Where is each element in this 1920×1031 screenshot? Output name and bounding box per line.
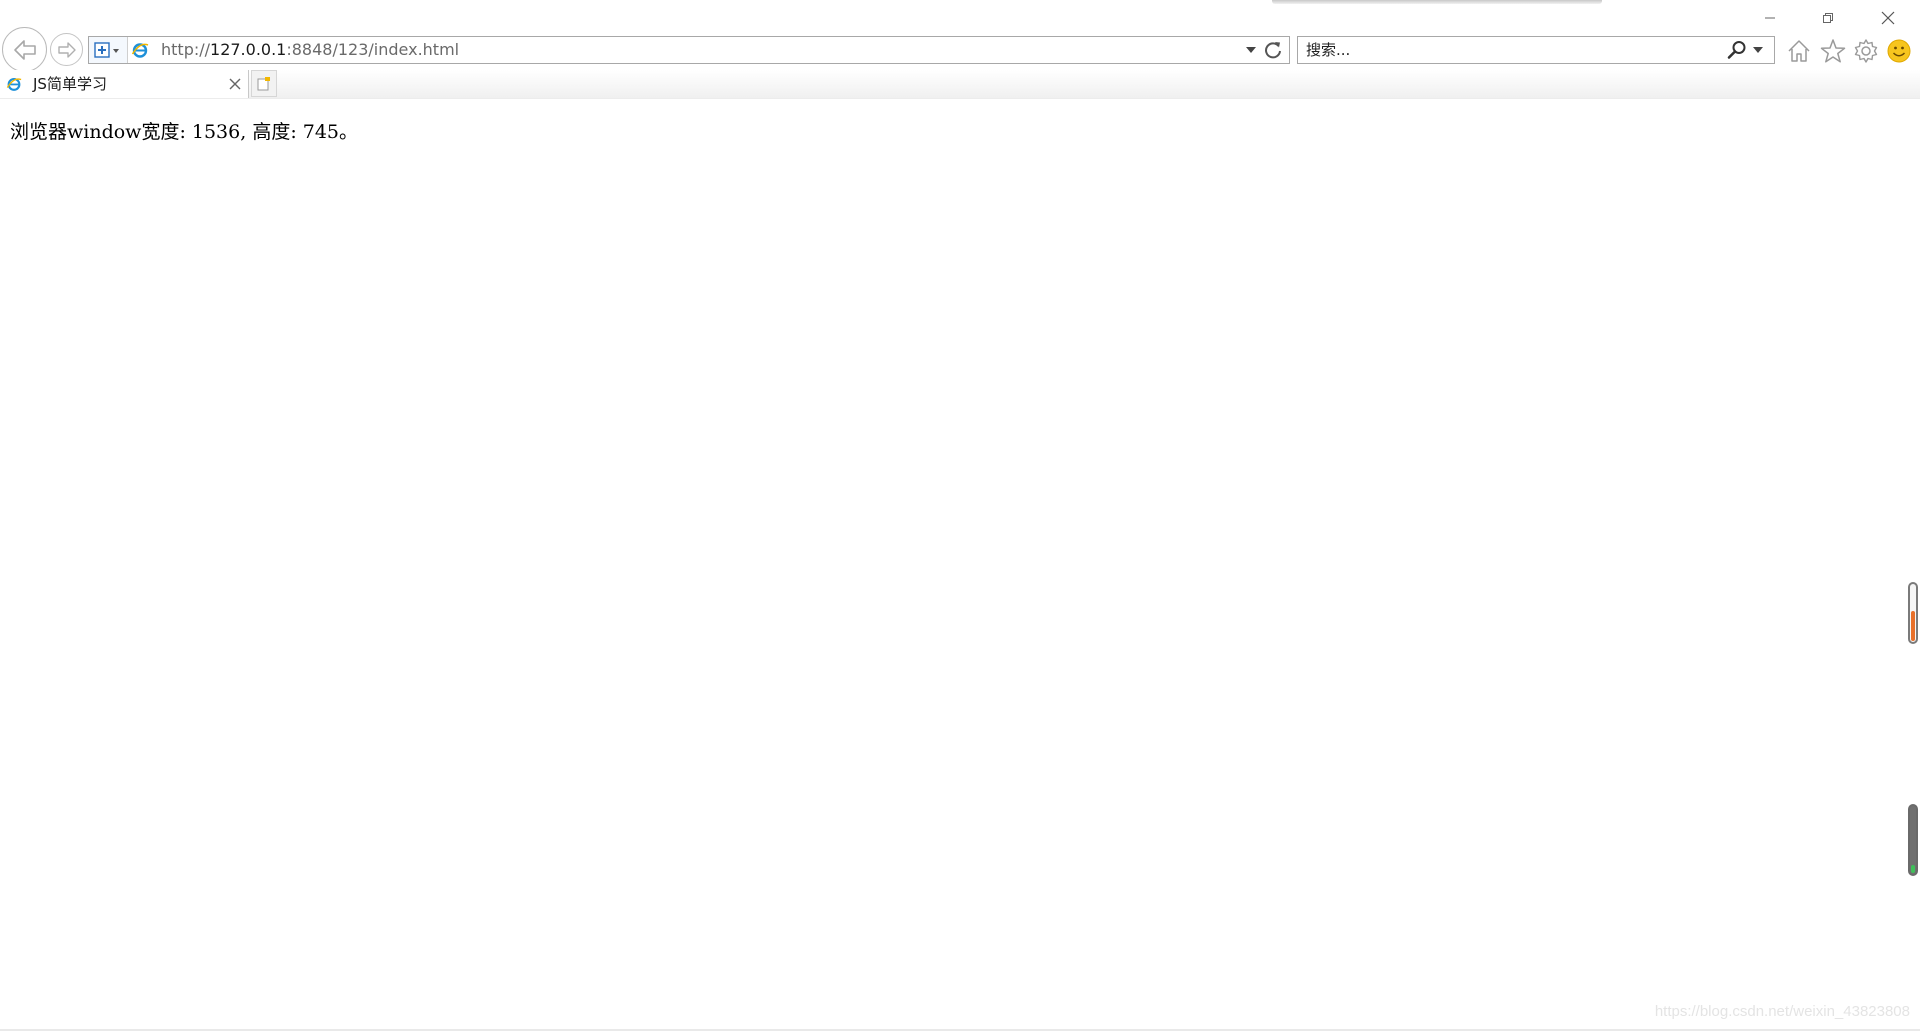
url-prefix: http:// — [161, 40, 211, 59]
close-icon — [1881, 11, 1895, 25]
back-button[interactable] — [2, 27, 47, 72]
forward-arrow-icon — [57, 41, 76, 58]
url-text[interactable]: http://127.0.0.1:8848/123/index.html — [161, 37, 459, 63]
new-tab-button[interactable] — [251, 70, 277, 97]
minimize-button[interactable] — [1748, 6, 1792, 30]
window-size-text: 浏览器window宽度: 1536, 高度: 745。 — [10, 121, 359, 143]
ie-page-icon — [131, 43, 149, 58]
search-bar[interactable] — [1297, 36, 1775, 64]
compatibility-view-button[interactable] — [89, 37, 128, 63]
browser-window: http://127.0.0.1:8848/123/index.html 搜索.… — [0, 0, 1920, 1031]
minimize-icon — [1765, 17, 1775, 19]
tools-button[interactable] — [1851, 36, 1881, 66]
close-window-button[interactable] — [1866, 6, 1910, 30]
gauge-fill — [1911, 865, 1915, 873]
ie-page-icon — [6, 78, 22, 91]
memory-gauge-widget[interactable] — [1908, 804, 1918, 876]
restore-button[interactable] — [1806, 6, 1850, 30]
chevron-down-icon[interactable] — [1752, 45, 1764, 55]
home-icon — [1788, 40, 1810, 62]
gauge-fill — [1911, 611, 1915, 641]
restore-icon — [1823, 13, 1833, 23]
cpu-gauge-widget[interactable] — [1908, 582, 1918, 644]
smiley-icon — [1887, 39, 1911, 63]
compatibility-view-icon — [94, 42, 119, 58]
gear-icon — [1854, 39, 1878, 63]
star-icon — [1820, 39, 1846, 63]
chevron-down-icon[interactable] — [1245, 45, 1257, 55]
home-button[interactable] — [1784, 36, 1814, 66]
feedback-button[interactable] — [1884, 36, 1914, 66]
search-input[interactable] — [1306, 37, 1706, 63]
watermark: https://blog.csdn.net/weixin_43823808 — [1654, 1003, 1910, 1020]
refresh-icon[interactable] — [1263, 40, 1283, 60]
forward-button[interactable] — [50, 33, 83, 66]
back-arrow-icon — [13, 39, 36, 60]
url-host: 127.0.0.1 — [210, 40, 287, 59]
tab-bar: JS简单学习 — [0, 70, 1920, 99]
close-icon[interactable] — [228, 77, 242, 91]
address-bar[interactable]: http://127.0.0.1:8848/123/index.html — [88, 36, 1290, 64]
new-tab-icon — [257, 76, 270, 90]
tab-label: JS简单学习 — [33, 75, 107, 93]
search-icon[interactable] — [1726, 40, 1748, 60]
tab-js-study[interactable]: JS简单学习 — [0, 70, 249, 98]
popup-shadow — [1272, 0, 1602, 4]
favorites-button[interactable] — [1818, 36, 1848, 66]
page-content: 浏览器window宽度: 1536, 高度: 745。 — [0, 99, 1920, 1031]
url-rest: :8848/123/index.html — [286, 40, 460, 59]
